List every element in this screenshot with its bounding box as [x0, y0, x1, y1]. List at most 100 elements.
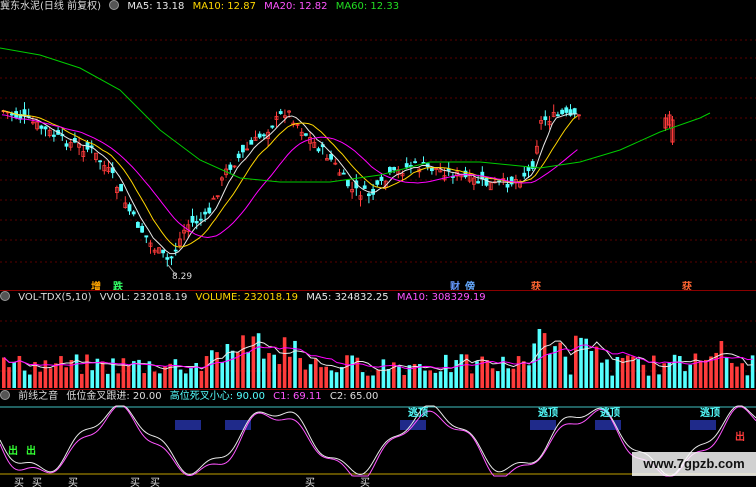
volume-bar: [158, 373, 162, 388]
volume-bar: [724, 357, 729, 388]
candle-body: [270, 125, 275, 128]
volume-bar: [277, 364, 282, 388]
volume-bar: [12, 362, 16, 388]
volume-bar: [376, 369, 380, 388]
candle-body: [278, 111, 283, 114]
candle-body: [379, 176, 384, 181]
indicator-name: 前线之音: [18, 391, 59, 402]
volume-bar: [688, 364, 692, 388]
volume-bar: [402, 374, 406, 388]
vol-ma5-readout: MA5: 324832.25: [306, 292, 389, 303]
signal-band: [175, 420, 201, 430]
volume-bar: [490, 368, 495, 388]
buy-label: 买: [305, 478, 315, 487]
buy-label: 买: [130, 478, 140, 487]
candle-body: [556, 114, 560, 117]
volume-bar: [59, 356, 63, 388]
candle-body: [303, 133, 308, 136]
marker-huo-2: 获: [682, 282, 692, 290]
volume-bar: [423, 370, 427, 388]
volume-bar: [54, 363, 58, 388]
candle-body: [165, 257, 170, 260]
c1-readout: C1: 69.11: [273, 391, 322, 402]
candle-body: [505, 183, 510, 188]
volume-bar: [230, 350, 235, 388]
volume-bar: [121, 358, 126, 388]
volume-bar: [433, 372, 438, 388]
volume-bar: [719, 341, 724, 388]
low-cross-readout: 低位金叉跟进: 20.00: [66, 391, 162, 402]
volume-bar: [750, 355, 755, 388]
escape-top-tag: 逃顶: [538, 408, 558, 419]
candle-body: [345, 179, 350, 187]
buy-label: 买: [360, 478, 370, 487]
volume-bar: [740, 363, 744, 388]
volume-bar: [584, 338, 588, 388]
candle-body: [240, 144, 245, 153]
settings-dot-icon[interactable]: [0, 291, 10, 301]
candle-body: [341, 172, 346, 175]
volume-bar: [350, 355, 354, 388]
candle-body: [144, 235, 149, 238]
volume-bar: [267, 353, 271, 388]
volume-bar: [381, 359, 386, 388]
settings-dot-icon[interactable]: [109, 0, 120, 10]
candle-body: [564, 107, 569, 113]
volume-bar: [641, 364, 646, 388]
volume-bar: [745, 375, 750, 388]
volume-bar: [480, 356, 484, 388]
volume-bar: [506, 368, 510, 388]
candle-body: [98, 160, 102, 163]
ma5-readout: MA5: 13.18: [127, 1, 185, 12]
escape-top-tag: 逃顶: [700, 408, 720, 419]
candle-body: [261, 134, 266, 137]
volume-bar: [272, 354, 276, 388]
buy-label: 买: [150, 478, 160, 487]
price-chart-panel[interactable]: 冀东水泥(日线 前复权) MA5: 13.18 MA10: 12.87 MA20…: [0, 0, 756, 290]
volume-bar: [2, 357, 6, 388]
volume-bar: [454, 360, 458, 388]
volume-bar: [386, 369, 391, 388]
candle-body: [362, 185, 367, 189]
escape-top-tag: 逃顶: [600, 408, 620, 419]
volume-header: VOL-TDX(5,10) VVOL: 232018.19 VOLUME: 23…: [0, 291, 491, 305]
volume-bar: [366, 375, 370, 388]
marker-cai: 财: [450, 282, 460, 290]
marker-die: 跌: [113, 282, 123, 290]
volume-bar: [48, 368, 53, 388]
exit-label: 出: [8, 446, 18, 457]
volume-bar: [735, 366, 739, 388]
volume-bar: [282, 337, 287, 388]
volume-bar: [142, 373, 146, 388]
volume-bar: [319, 367, 323, 388]
candlestick-chart[interactable]: [0, 0, 756, 290]
volume-bar: [199, 370, 204, 388]
volume-bar: [100, 361, 105, 388]
volume-bar: [163, 366, 167, 388]
volume-panel[interactable]: VOL-TDX(5,10) VVOL: 232018.19 VOLUME: 23…: [0, 291, 756, 389]
watermark: www.7gpzb.com: [632, 452, 756, 476]
volume-bar: [605, 359, 609, 388]
volume-chart[interactable]: [0, 291, 756, 389]
candle-body: [413, 161, 418, 164]
volume-bar: [438, 371, 443, 388]
volume-bar: [340, 366, 344, 388]
volume-bar: [516, 356, 521, 388]
vol-indicator-name: VOL-TDX(5,10): [18, 292, 92, 303]
volume-bar: [241, 335, 245, 388]
volume-bar: [646, 375, 651, 388]
volume-bar: [314, 358, 318, 388]
volume-bar: [511, 368, 516, 388]
exit-label: 出: [735, 432, 745, 443]
volume-bar: [589, 350, 594, 388]
buy-label: 买: [14, 478, 24, 487]
volume-bar: [28, 374, 32, 388]
volume-bar: [548, 354, 552, 388]
candle-body: [127, 204, 132, 212]
volume-bar: [522, 361, 526, 388]
ma60-line: [0, 47, 711, 183]
volume-bar: [90, 370, 94, 388]
c2-readout: C2: 65.00: [329, 391, 379, 402]
settings-dot-icon[interactable]: [0, 390, 10, 400]
volume-bar: [324, 366, 328, 388]
